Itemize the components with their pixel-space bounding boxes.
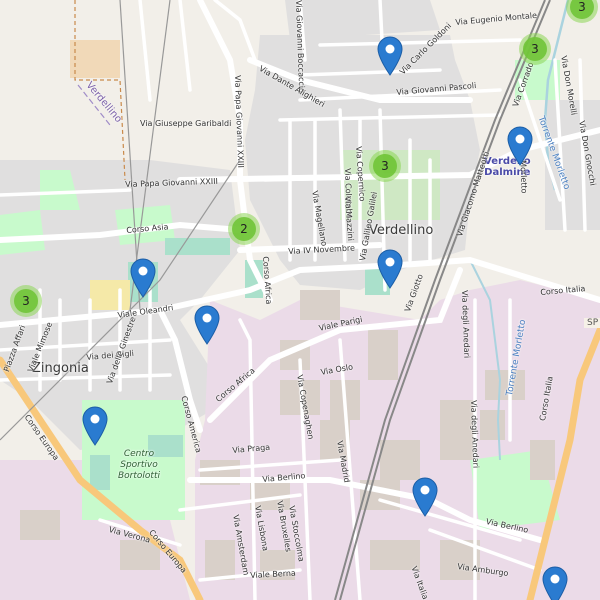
map-marker-pin-icon[interactable] [130,258,156,298]
cluster-count: 3 [523,37,547,61]
cluster-count: 2 [232,217,256,241]
poi-label-line1: Centro [123,449,155,459]
marker-cluster[interactable]: 2 [228,213,260,245]
street-label: Via Giuseppe Garibaldi [140,119,232,128]
place-label-verdellino: Verdellino [369,223,434,238]
cluster-count: 3 [373,154,397,178]
map-marker-pin-icon[interactable] [412,477,438,517]
map-marker-pin-icon[interactable] [542,566,568,600]
road-shield: SP [584,318,600,328]
map-marker-pin-icon[interactable] [82,406,108,446]
poi-label-line2: Sportivo [120,460,158,470]
map-marker-pin-icon[interactable] [194,305,220,345]
map-marker-pin-icon[interactable] [377,36,403,76]
poi-label-line3: Bortolotti [118,471,160,481]
marker-cluster[interactable]: 3 [519,33,551,65]
map[interactable]: Verdellino Zingonia Verdellino Verdello … [0,0,600,600]
marker-cluster[interactable]: 3 [10,285,42,317]
poi-label: Centro Sportivo Bortolotti [118,449,160,482]
marker-cluster[interactable]: 3 [369,150,401,182]
map-marker-pin-icon[interactable] [507,126,533,166]
map-marker-pin-icon[interactable] [377,249,403,289]
cluster-count: 3 [570,0,594,19]
place-label-zingonia: Zingonia [32,361,89,376]
cluster-count: 3 [14,289,38,313]
